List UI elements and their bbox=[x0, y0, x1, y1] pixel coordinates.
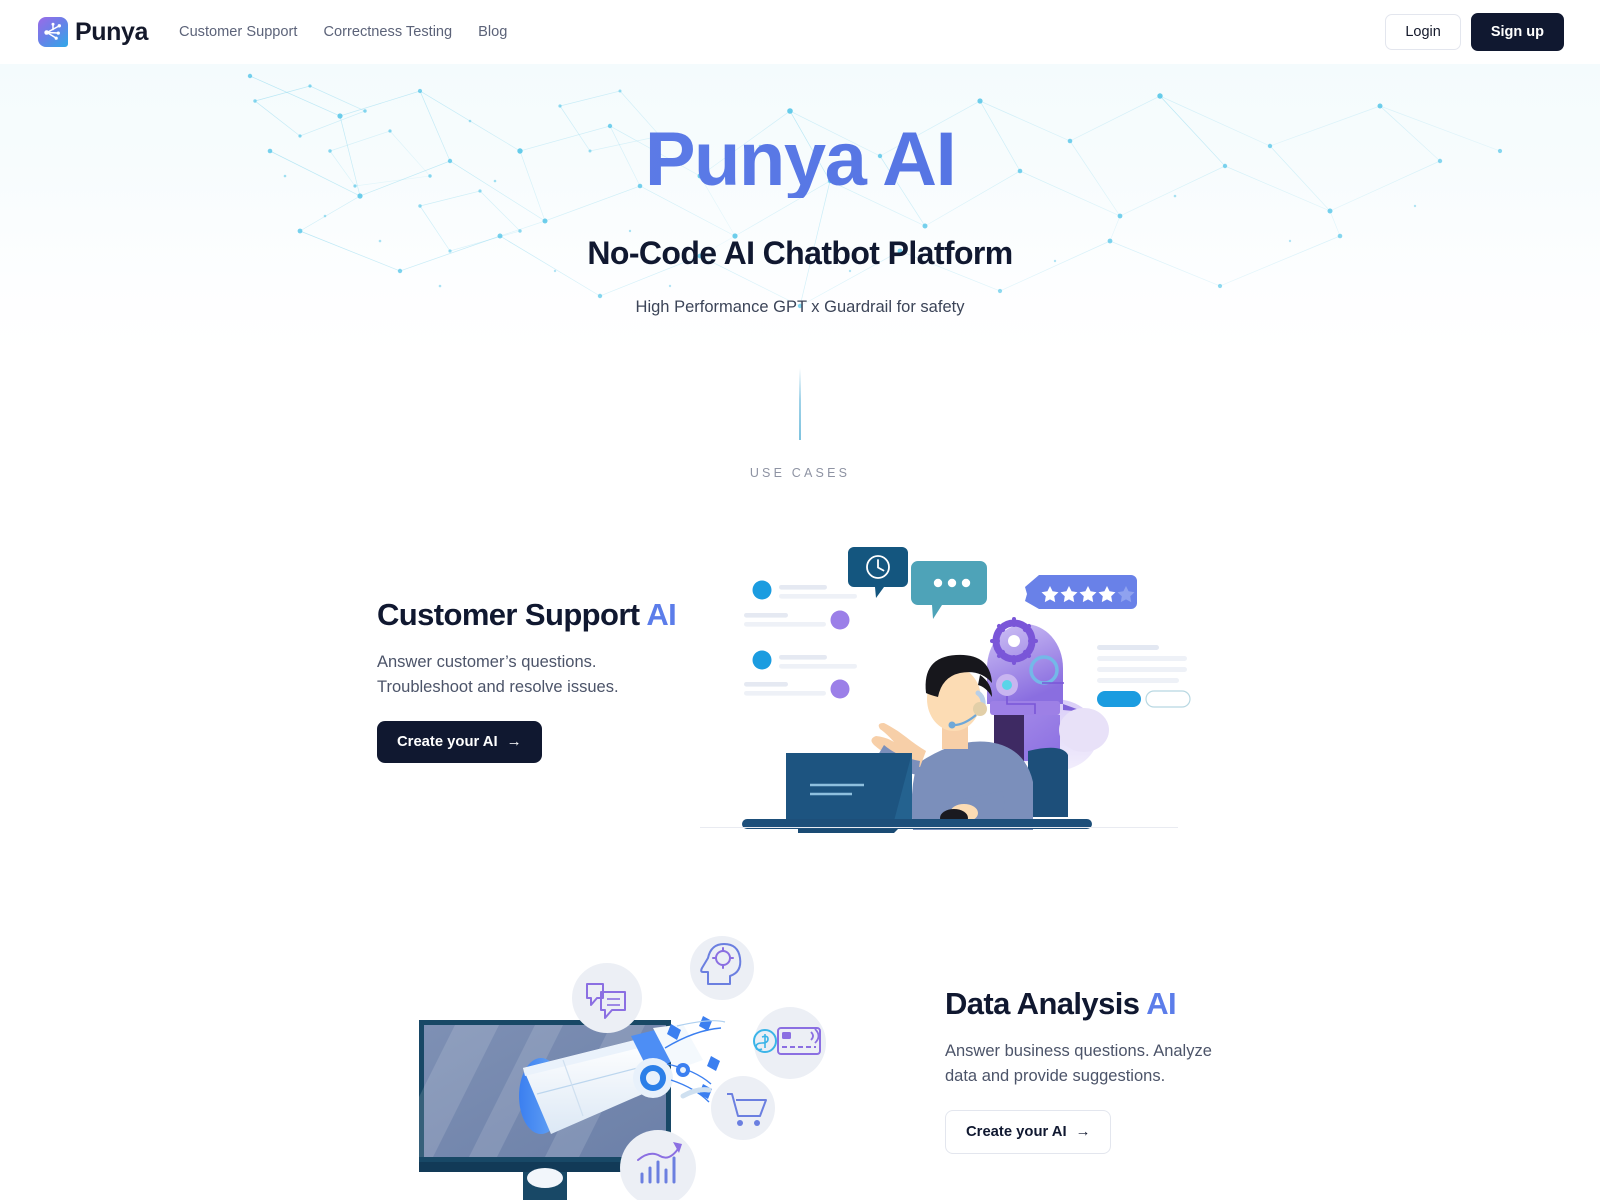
brand-logo[interactable]: Punya bbox=[38, 17, 148, 47]
heading-main: Customer Support bbox=[377, 597, 640, 633]
usecase-customer-support: Customer Support AI Answer customer’s qu… bbox=[0, 520, 1600, 840]
shopping-cart-icon-circle bbox=[711, 1075, 775, 1140]
signup-button[interactable]: Sign up bbox=[1470, 13, 1564, 51]
heading-main: Data Analysis bbox=[945, 986, 1140, 1022]
landing-page: Punya Customer Support Correctness Testi… bbox=[0, 0, 1600, 1200]
clock-bubble bbox=[848, 546, 908, 598]
main-nav: Customer Support Correctness Testing Blo… bbox=[179, 24, 507, 40]
star-rating-card bbox=[1025, 574, 1137, 609]
create-your-ai-button-data[interactable]: Create your AI → bbox=[945, 1109, 1112, 1154]
desc-line-1: Answer customer’s questions. bbox=[377, 653, 597, 672]
robot-arm-monitor-icons-illustration bbox=[389, 928, 835, 1200]
arrow-right-icon: → bbox=[506, 733, 522, 751]
usecase-data-heading: Data Analysis AI bbox=[945, 986, 1245, 1022]
brand-name: Punya bbox=[75, 17, 149, 46]
right-panel bbox=[1097, 644, 1191, 708]
login-button[interactable]: Login bbox=[1385, 14, 1461, 50]
use-cases-label: USE CASES bbox=[749, 466, 851, 480]
chat-bubbles-icon-circle bbox=[572, 962, 642, 1033]
arrow-right-icon: → bbox=[1075, 1123, 1091, 1140]
nav-correctness-testing[interactable]: Correctness Testing bbox=[323, 24, 452, 40]
button-label: Create your AI bbox=[397, 733, 498, 750]
usecase-support-text: Customer Support AI Answer customer’s qu… bbox=[377, 597, 687, 763]
button-label: Create your AI bbox=[966, 1123, 1067, 1140]
hero-content: Punya AI No-Code AI Chatbot Platform Hig… bbox=[0, 56, 1600, 317]
divider-vertical-line bbox=[799, 368, 801, 440]
usecase-data-analysis: Data Analysis AI Answer business questio… bbox=[0, 920, 1600, 1200]
section-divider-rule bbox=[700, 827, 1178, 828]
credit-card-icon-circle bbox=[753, 1006, 826, 1079]
usecase-data-description: Answer business questions. Analyze data … bbox=[945, 1039, 1245, 1087]
usecase-support-description: Answer customer’s questions. Troubleshoo… bbox=[377, 650, 687, 698]
ai-head-gear-icon-circle bbox=[690, 935, 754, 1000]
create-your-ai-button-support[interactable]: Create your AI → bbox=[377, 720, 542, 763]
usecase-data-text: Data Analysis AI Answer business questio… bbox=[945, 986, 1245, 1154]
page-title: Punya AI bbox=[0, 122, 1600, 198]
desc-line-2: Troubleshoot and resolve issues. bbox=[377, 677, 619, 696]
header-actions: Login Sign up bbox=[1385, 13, 1564, 51]
site-header: Punya Customer Support Correctness Testi… bbox=[0, 0, 1600, 64]
nav-blog[interactable]: Blog bbox=[478, 24, 507, 40]
support-agent-with-robot-illustration bbox=[742, 523, 1222, 838]
hero-subtitle: No-Code AI Chatbot Platform bbox=[587, 235, 1013, 271]
use-cases-divider: USE CASES bbox=[0, 368, 1600, 480]
heading-accent: AI bbox=[646, 597, 677, 633]
hero-tagline: High Performance GPT x Guardrail for saf… bbox=[635, 298, 965, 316]
nav-customer-support[interactable]: Customer Support bbox=[179, 24, 297, 40]
desc-line-1: Answer business questions. Analyze bbox=[945, 1042, 1212, 1061]
punya-network-logo-icon bbox=[38, 17, 68, 47]
desc-line-2: data and provide suggestions. bbox=[945, 1066, 1166, 1085]
usecase-support-heading: Customer Support AI bbox=[377, 597, 687, 633]
typing-bubble bbox=[911, 560, 987, 619]
list-rows-group bbox=[744, 580, 857, 698]
heading-accent: AI bbox=[1146, 986, 1177, 1022]
